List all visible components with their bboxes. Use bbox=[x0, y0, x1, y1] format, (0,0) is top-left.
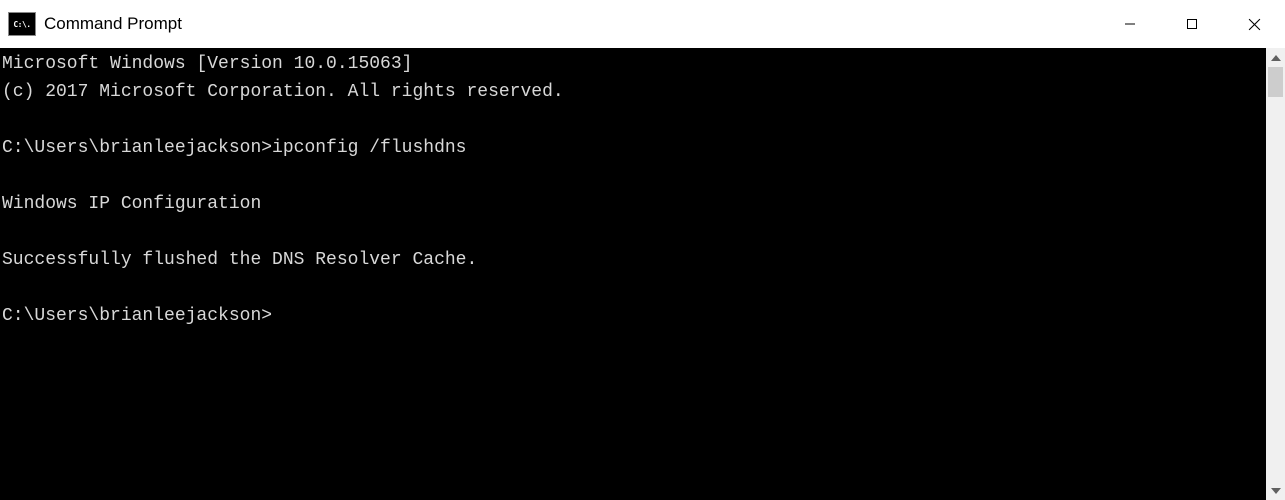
terminal-line: (c) 2017 Microsoft Corporation. All righ… bbox=[2, 82, 564, 102]
window-titlebar: C:\. Command Prompt bbox=[0, 0, 1285, 48]
titlebar-left: C:\. Command Prompt bbox=[8, 12, 182, 36]
minimize-icon bbox=[1124, 18, 1136, 30]
scroll-track[interactable] bbox=[1266, 67, 1285, 481]
maximize-icon bbox=[1186, 18, 1198, 30]
terminal-container: Microsoft Windows [Version 10.0.15063] (… bbox=[0, 48, 1285, 500]
terminal-line: C:\Users\brianleejackson>ipconfig /flush… bbox=[2, 138, 466, 158]
terminal-output[interactable]: Microsoft Windows [Version 10.0.15063] (… bbox=[0, 48, 1266, 500]
maximize-button[interactable] bbox=[1161, 0, 1223, 48]
terminal-line: C:\Users\brianleejackson> bbox=[2, 306, 272, 326]
close-icon bbox=[1248, 18, 1261, 31]
scroll-up-arrow-icon[interactable] bbox=[1266, 48, 1285, 67]
scroll-down-arrow-icon[interactable] bbox=[1266, 481, 1285, 500]
terminal-line: Windows IP Configuration bbox=[2, 194, 261, 214]
window-title: Command Prompt bbox=[44, 14, 182, 34]
vertical-scrollbar[interactable] bbox=[1266, 48, 1285, 500]
close-button[interactable] bbox=[1223, 0, 1285, 48]
terminal-line: Microsoft Windows [Version 10.0.15063] bbox=[2, 54, 412, 74]
scroll-thumb[interactable] bbox=[1268, 67, 1283, 97]
terminal-line: Successfully flushed the DNS Resolver Ca… bbox=[2, 250, 477, 270]
command-prompt-icon: C:\. bbox=[8, 12, 36, 36]
minimize-button[interactable] bbox=[1099, 0, 1161, 48]
app-icon-text: C:\. bbox=[13, 20, 30, 29]
window-controls bbox=[1099, 0, 1285, 48]
